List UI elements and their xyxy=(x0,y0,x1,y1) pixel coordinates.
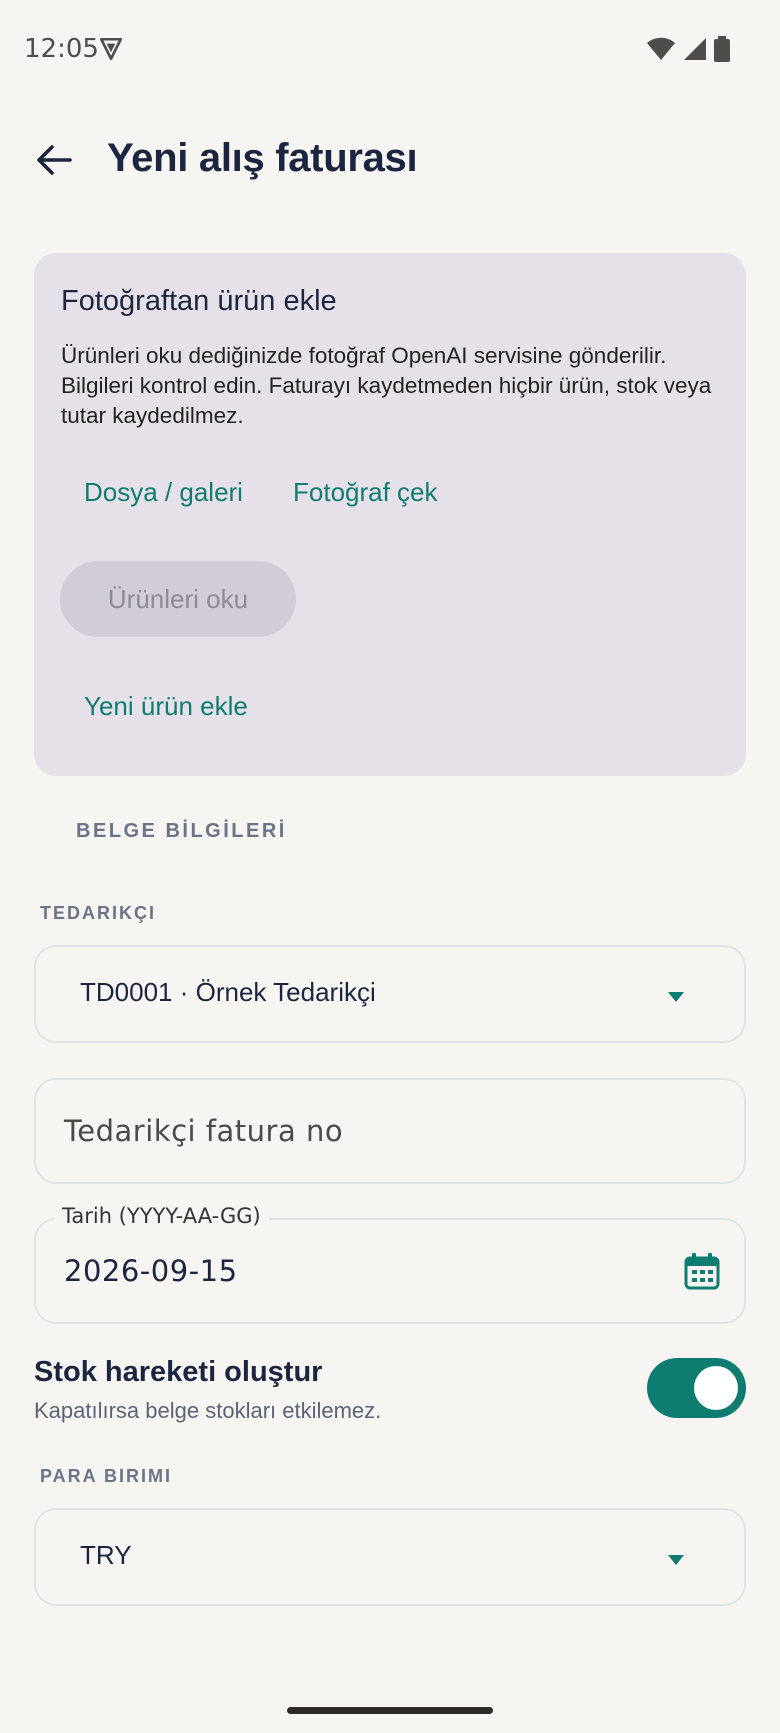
stock-toggle-title: Stok hareketi oluştur xyxy=(34,1356,323,1388)
signal-icon xyxy=(682,36,708,67)
shield-icon xyxy=(98,36,124,67)
card-title: Fotoğraftan ürün ekle xyxy=(61,285,337,317)
status-time: 12:05 xyxy=(24,34,99,64)
status-bar: 12:05 xyxy=(0,0,780,98)
currency-value: TRY xyxy=(80,1540,132,1570)
battery-icon xyxy=(714,36,730,67)
add-new-product-button[interactable]: Yeni ürün ekle xyxy=(84,691,248,722)
dropdown-arrow-icon xyxy=(668,1552,684,1570)
next-row-cutoff xyxy=(34,1648,746,1656)
status-icons xyxy=(646,36,730,67)
invoice-no-field[interactable]: Tedarikçi fatura no xyxy=(34,1078,746,1184)
toggle-knob xyxy=(694,1366,738,1410)
read-products-button[interactable]: Ürünleri oku xyxy=(60,561,296,637)
dropdown-arrow-icon xyxy=(668,989,684,1007)
currency-select[interactable]: TRY xyxy=(34,1508,746,1606)
home-indicator[interactable] xyxy=(287,1707,493,1714)
supplier-value: TD0001 · Örnek Tedarikçi xyxy=(80,977,376,1007)
photo-import-card: Fotoğraftan ürün ekle Ürünleri oku dediğ… xyxy=(34,253,746,776)
section-header: BELGE BİLGİLERİ xyxy=(76,820,287,842)
stock-toggle-subtitle: Kapatılırsa belge stokları etkilemez. xyxy=(34,1398,382,1423)
file-gallery-button[interactable]: Dosya / galeri xyxy=(84,477,243,508)
wifi-icon xyxy=(646,36,676,67)
page-title: Yeni alış faturası xyxy=(107,136,418,180)
calendar-icon[interactable] xyxy=(684,1252,720,1295)
arrow-left-icon xyxy=(36,144,72,181)
supplier-label: TEDARIKÇI xyxy=(40,903,156,923)
take-photo-button[interactable]: Fotoğraf çek xyxy=(293,477,438,508)
date-value: 2026-09-15 xyxy=(64,1254,238,1288)
date-label: Tarih (YYYY-AA-GG) xyxy=(54,1204,269,1228)
currency-label: PARA BIRIMI xyxy=(40,1466,172,1486)
stock-movement-toggle[interactable] xyxy=(647,1358,746,1418)
app-bar: Yeni alış faturası xyxy=(0,120,780,200)
supplier-select[interactable]: TD0001 · Örnek Tedarikçi xyxy=(34,945,746,1043)
back-button[interactable] xyxy=(26,134,82,190)
card-description: Ürünleri oku dediğinizde fotoğraf OpenAI… xyxy=(61,343,712,428)
date-field[interactable]: Tarih (YYYY-AA-GG) 2026-09-15 xyxy=(34,1204,746,1324)
invoice-no-placeholder: Tedarikçi fatura no xyxy=(64,1114,344,1148)
